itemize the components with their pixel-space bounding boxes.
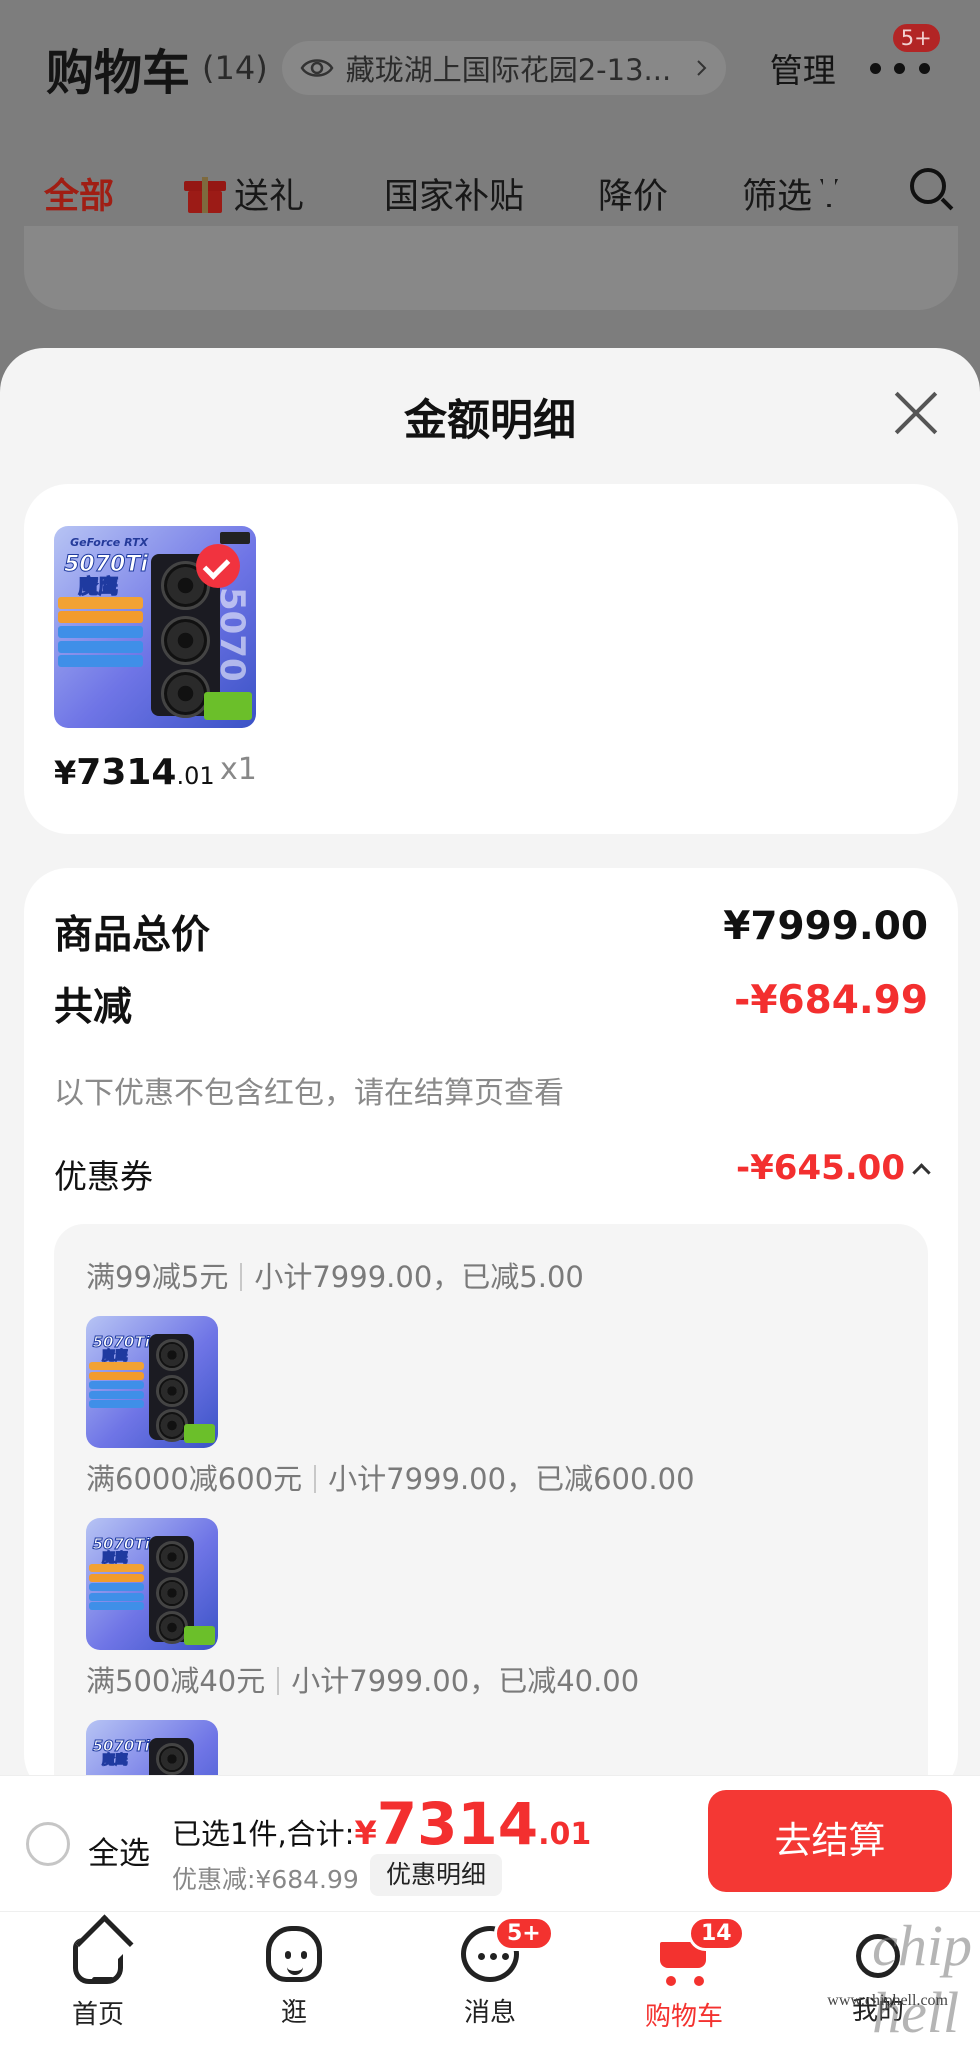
tab-national-subsidy[interactable]: 国家补贴	[384, 168, 524, 219]
product-image-brand-badge	[219, 532, 250, 545]
watermark-text: www.chiphell.com	[827, 1992, 948, 2009]
item-quantity: x1	[220, 752, 257, 787]
nav-home[interactable]: 首页	[38, 1926, 158, 2031]
product-image-number: 5070	[211, 586, 252, 682]
nav-explore[interactable]: 逛	[234, 1926, 354, 2029]
address-text: 藏珑湖上国际花园2-13...	[345, 53, 672, 87]
discount-detail-button[interactable]: 优惠明细	[370, 1854, 503, 1896]
discount-summary: 优惠减:¥684.99	[172, 1865, 359, 1894]
home-icon	[73, 1938, 123, 1984]
coupon-rule: 满99减5元	[86, 1260, 229, 1294]
product-image-green-tag	[203, 691, 252, 720]
total-price-label: 商品总价	[54, 913, 211, 958]
coupon-breakdown: 满99减5元 小计7999.00，已减5.00 5070Ti 魔鹰 满6000减6…	[54, 1224, 928, 1778]
coupon-detail: 小计7999.00，已减600.00	[328, 1462, 695, 1496]
cart-item-row-background	[24, 226, 958, 310]
total-price-value: ¥7999.00	[723, 904, 928, 949]
coupon-toggle[interactable]: -¥645.00	[736, 1148, 931, 1188]
coupon-product-image: 5070Ti 魔鹰	[86, 1720, 218, 1778]
price-integer: 7314	[76, 752, 177, 793]
sheet-title: 金额明细	[404, 396, 576, 446]
selected-check-icon	[196, 544, 240, 588]
cart-badge: 14	[688, 1916, 745, 1951]
cart-header: 购物车 (14) 藏珑湖上国际花园2-13... 管理 5+ 全部 送礼 国家补…	[0, 0, 980, 340]
product-image-tags	[58, 596, 143, 718]
product-image-name: 魔鹰	[101, 1551, 128, 1567]
tab-all[interactable]: 全部	[44, 168, 114, 219]
bottom-nav: 首页 逛 5+ 消息 14 购物车 我的 chip hell www.chiphe…	[0, 1911, 980, 2046]
coupon-detail: 小计7999.00，已减40.00	[291, 1664, 640, 1698]
product-image-name: 魔鹰	[101, 1753, 128, 1769]
product-image-name: 魔鹰	[101, 1349, 128, 1365]
tab-gift[interactable]: 送礼	[184, 168, 304, 219]
watermark-logo-icon: chip hell	[872, 1913, 972, 2045]
coupon-label: 优惠券	[54, 1157, 153, 1196]
product-image-brand: GeForce RTX	[70, 536, 149, 550]
more-button[interactable]: 5+	[869, 22, 942, 88]
total-integer: 7314	[376, 1790, 539, 1858]
coupon-rule: 满500减40元	[86, 1664, 266, 1698]
filter-tabs: 全部 送礼 国家补贴 降价 筛选	[0, 158, 980, 228]
price-summary-card: 商品总价 ¥7999.00 共减 -¥684.99 以下优惠不包含红包，请在结算…	[24, 868, 958, 1778]
title-row: 购物车 (14) 藏珑湖上国际花园2-13... 管理 5+	[46, 22, 950, 108]
more-dot-icon	[869, 62, 881, 74]
total-label: 已选1件,合计:	[172, 1817, 355, 1851]
total-reduction-value: -¥684.99	[734, 978, 928, 1023]
total-reduction-label: 共减	[54, 985, 133, 1030]
nav-label: 购物车	[644, 2002, 723, 2032]
close-icon[interactable]	[892, 390, 938, 436]
checkout-bar: 全选 已选1件,合计:¥7314.01 优惠减:¥684.99 优惠明细 去结算	[0, 1775, 980, 1911]
messages-badge: 5+	[494, 1916, 554, 1951]
coupon-rule: 满6000减600元	[86, 1462, 303, 1496]
explore-icon	[266, 1926, 322, 1982]
tab-label: 筛选	[742, 176, 813, 217]
price-symbol: ¥	[54, 754, 77, 792]
more-dot-icon	[894, 62, 906, 74]
search-icon[interactable]	[910, 168, 946, 204]
total-decimal: .01	[538, 1817, 592, 1852]
nav-messages[interactable]: 5+ 消息	[430, 1916, 554, 2029]
reduction-hint: 以下优惠不包含红包，请在结算页查看	[54, 1076, 564, 1111]
page-title: 购物车	[46, 45, 191, 101]
nav-label: 逛	[280, 1998, 307, 2028]
coupon-line: 满99减5元 小计7999.00，已减5.00	[86, 1254, 584, 1296]
more-badge: 5+	[890, 22, 942, 54]
tab-label: 国家补贴	[384, 176, 525, 217]
checkout-total: 已选1件,合计:¥7314.01	[172, 1790, 591, 1858]
chevron-right-icon	[696, 60, 707, 76]
gift-icon	[184, 173, 226, 213]
coupon-product-image: 5070Ti 魔鹰	[86, 1518, 218, 1650]
coupon-product-image: 5070Ti 魔鹰	[86, 1316, 218, 1448]
select-all-label[interactable]: 全选	[88, 1828, 150, 1873]
address-selector[interactable]: 藏珑湖上国际花园2-13...	[281, 41, 726, 95]
select-all-radio[interactable]	[26, 1822, 70, 1866]
more-dot-icon	[918, 62, 930, 74]
price-decimal: .01	[176, 762, 215, 790]
total-symbol: ¥	[354, 1814, 377, 1852]
coupon-line: 满500减40元 小计7999.00，已减40.00	[86, 1658, 639, 1700]
manage-button[interactable]: 管理	[770, 44, 836, 92]
cart-count: (14)	[202, 49, 268, 87]
nav-cart[interactable]: 14 购物车	[624, 1916, 745, 2033]
checkout-button[interactable]: 去结算	[708, 1790, 952, 1892]
tab-price-drop[interactable]: 降价	[598, 168, 668, 219]
filter-icon	[820, 179, 839, 207]
amount-detail-sheet: 金额明细 GeForce RTX 5070Ti 魔鹰 5070 ¥7314.01…	[0, 348, 980, 1778]
coupon-line: 满6000减600元 小计7999.00，已减600.00	[86, 1456, 695, 1498]
selected-items-card: GeForce RTX 5070Ti 魔鹰 5070 ¥7314.01 x1	[24, 484, 958, 834]
chevron-up-icon	[912, 1162, 931, 1182]
tab-filter[interactable]: 筛选	[742, 168, 839, 219]
coupon-value: -¥645.00	[736, 1148, 905, 1188]
nav-label: 消息	[463, 1998, 516, 2028]
nav-label: 首页	[71, 2000, 124, 2030]
tab-label: 送礼	[234, 176, 305, 217]
eye-icon	[300, 59, 334, 77]
tab-label: 全部	[44, 176, 115, 217]
coupon-detail: 小计7999.00，已减5.00	[254, 1260, 584, 1294]
tab-label: 降价	[598, 176, 669, 217]
product-image-name: 魔鹰	[78, 574, 119, 599]
item-price: ¥7314.01	[54, 752, 215, 793]
watermark: chip hell www.chiphell.com	[802, 1912, 972, 2045]
